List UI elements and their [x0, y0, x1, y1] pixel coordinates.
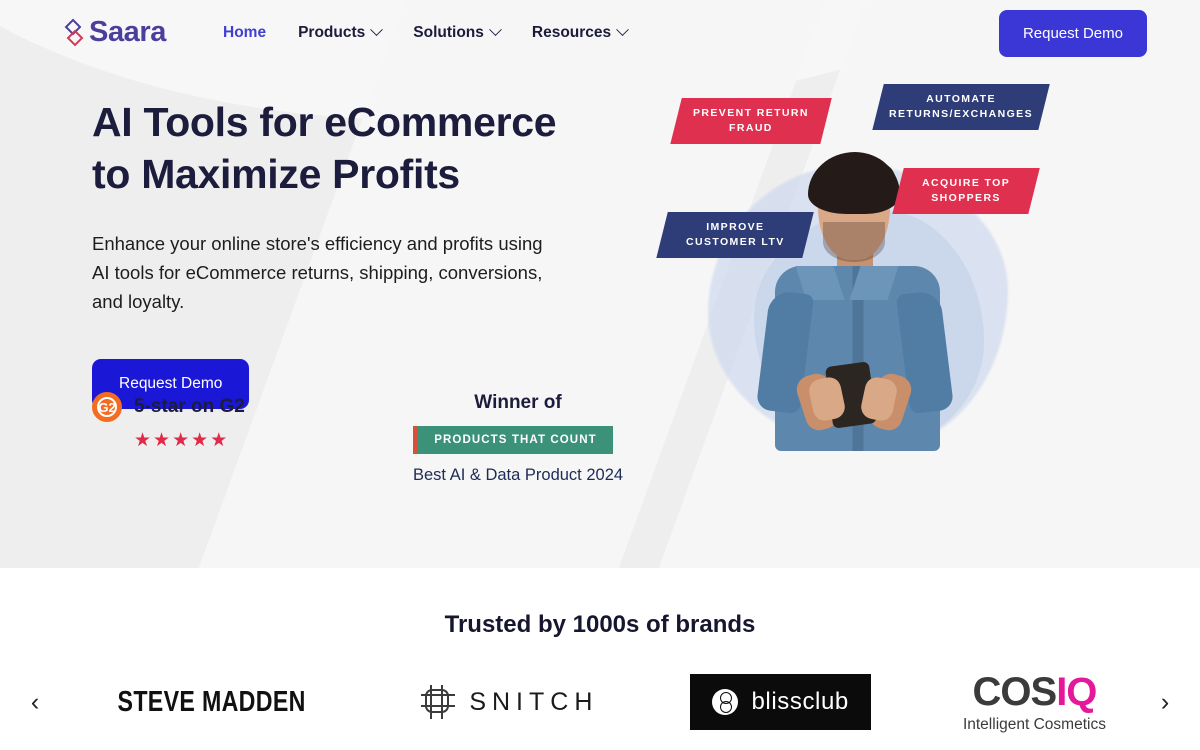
nav-item-label: Home	[223, 23, 267, 41]
logo-text: Saara	[89, 16, 167, 48]
star-icon: ★	[134, 430, 152, 451]
g2-badge-text: G2	[98, 399, 116, 415]
star-icon: ★	[210, 430, 228, 451]
main-nav: Home Products Solutions Resources	[223, 23, 630, 42]
nav-item-products[interactable]: Products	[298, 23, 384, 42]
brands-carousel: ‹ STEVE MADDEN SNITCH blissclub COSIQ In…	[0, 666, 1200, 738]
nav-item-home[interactable]: Home	[223, 24, 266, 42]
star-icon: ★	[172, 430, 190, 451]
star-rating: ★ ★ ★ ★ ★	[134, 431, 322, 450]
award-badge: Winner of PRODUCTS THAT COUNT Best AI & …	[413, 392, 623, 485]
chevron-left-icon[interactable]: ‹	[22, 689, 48, 715]
snitch-weave-icon	[421, 685, 456, 719]
nav-item-resources[interactable]: Resources	[531, 23, 630, 42]
hero-title-line-2: to Maximize Profits	[92, 151, 460, 198]
brand-logo-tagline: Intelligent Cosmetics	[962, 715, 1106, 733]
brand-logo-label: SNITCH	[469, 687, 599, 716]
brands-title: Trusted by 1000s of brands	[444, 611, 756, 638]
star-icon: ★	[153, 430, 171, 451]
saara-diamond-icon	[62, 18, 86, 48]
brand-logo-steve-madden[interactable]: STEVE MADDEN	[94, 666, 329, 738]
brand-logo-snitch[interactable]: SNITCH	[421, 666, 598, 738]
hero-title-line-1: AI Tools for eCommerce	[92, 99, 557, 145]
page-title: AI Tools for eCommerce to Maximize Profi…	[92, 96, 612, 201]
hair	[808, 152, 900, 214]
chevron-down-icon	[370, 23, 384, 37]
site-header: Saara Home Products Solutions Resources …	[0, 0, 1200, 65]
logo[interactable]: Saara	[62, 18, 166, 48]
award-badge-text: PRODUCTS THAT COUNT	[418, 426, 613, 454]
header-request-demo-button[interactable]: Request Demo	[998, 10, 1147, 57]
badge-improve-customer-ltv: IMPROVE CUSTOMER LTV	[656, 212, 814, 259]
brand-logo-accent: IQ	[1056, 669, 1097, 714]
award-heading: Winner of	[474, 392, 562, 413]
badge-acquire-top-shoppers: ACQUIRE TOP SHOPPERS	[892, 168, 1040, 215]
badge-prevent-return-fraud: PREVENT RETURN FRAUD	[670, 98, 832, 145]
badge-automate-returns-exchanges: AUTOMATE RETURNS/EXCHANGES	[872, 84, 1050, 131]
badge-label: ACQUIRE TOP SHOPPERS	[921, 177, 1011, 205]
brand-logo-label: STEVE MADDEN	[117, 685, 306, 718]
brand-logo-list: STEVE MADDEN SNITCH blissclub COSIQ Inte…	[48, 666, 1152, 738]
chevron-right-icon[interactable]: ›	[1152, 689, 1178, 715]
brand-logo-label: COS	[972, 669, 1058, 714]
badge-label: IMPROVE CUSTOMER LTV	[685, 221, 785, 249]
brands-section: Trusted by 1000s of brands ‹ STEVE MADDE…	[0, 568, 1200, 750]
social-proof-row: G2 5-star on G2 ★ ★ ★ ★ ★ Winner of PROD…	[92, 392, 623, 485]
g2-icon: G2	[92, 392, 122, 422]
chevron-down-icon	[489, 23, 502, 37]
nav-item-label: Solutions	[413, 23, 484, 41]
hero-subtitle: Enhance your online store's efficiency a…	[92, 232, 543, 313]
landing-page: Saara Home Products Solutions Resources …	[0, 0, 1200, 750]
nav-item-solutions[interactable]: Solutions	[413, 23, 502, 42]
badge-label: PREVENT RETURN FRAUD	[693, 107, 809, 135]
g2-label: 5-star on G2	[134, 396, 245, 417]
nav-item-label: Resources	[531, 23, 612, 41]
award-subtitle: Best AI & Data Product 2024	[413, 466, 624, 484]
badge-label: AUTOMATE RETURNS/EXCHANGES	[889, 93, 1033, 121]
g2-rating: G2 5-star on G2 ★ ★ ★ ★ ★	[92, 392, 322, 450]
nav-item-label: Products	[298, 23, 366, 41]
brand-logo-label: blissclub	[751, 688, 849, 715]
hero-content: AI Tools for eCommerce to Maximize Profi…	[92, 96, 612, 409]
star-icon: ★	[191, 430, 209, 451]
beard	[823, 222, 885, 262]
chevron-down-icon	[616, 23, 630, 37]
blissclub-monogram-icon	[712, 689, 739, 715]
brand-logo-cosiq[interactable]: COSIQ Intelligent Cosmetics	[963, 666, 1106, 738]
brand-logo-blissclub[interactable]: blissclub	[690, 666, 871, 738]
